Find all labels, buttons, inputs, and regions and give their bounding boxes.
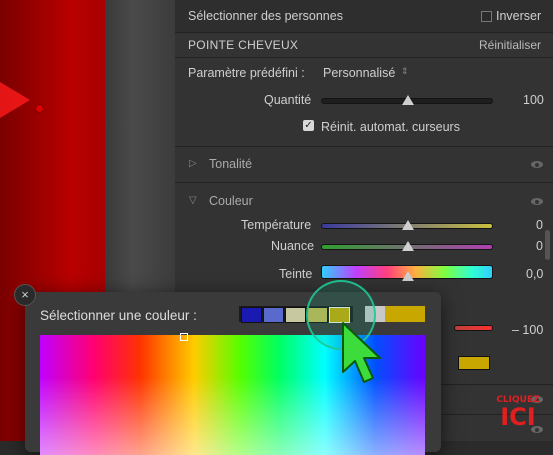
color-section-header[interactable]: Couleur: [209, 194, 253, 208]
auto-reset-checkbox[interactable]: ✓: [303, 120, 314, 131]
panel-scrollbar[interactable]: [545, 230, 550, 260]
tone-section-header[interactable]: Tonalité: [209, 157, 252, 171]
tint-label: Nuance: [271, 239, 315, 253]
hue-label: Teinte: [279, 267, 313, 281]
watermark-main: ICI: [500, 403, 536, 431]
reset-button[interactable]: Réinitialiser: [479, 38, 541, 52]
divider: [175, 182, 553, 183]
picker-title: Sélectionner une couleur :: [40, 308, 197, 323]
photo-red-shape: [0, 70, 30, 130]
photo-red-dot: [35, 104, 44, 113]
expanded-triangle-icon[interactable]: ▽: [189, 195, 197, 206]
eye-icon[interactable]: [531, 198, 543, 205]
amount-label: Quantité: [264, 93, 312, 107]
amount-slider-thumb[interactable]: [402, 95, 414, 105]
hue-value[interactable]: 0,0: [526, 267, 543, 281]
preset-dropdown[interactable]: Personnalisé: [323, 66, 395, 80]
mask-name: POINTE CHEVEUX: [188, 38, 299, 52]
spectrum-marker[interactable]: [180, 333, 188, 341]
divider: [175, 146, 553, 147]
chevron-updown-icon[interactable]: ⇕: [401, 66, 409, 77]
saturation-value[interactable]: – 100: [512, 323, 543, 337]
close-icon[interactable]: ×: [14, 284, 36, 306]
selected-color-chip[interactable]: [458, 356, 490, 370]
eye-icon[interactable]: [531, 161, 543, 168]
temperature-value[interactable]: 0: [536, 218, 543, 232]
tint-value[interactable]: 0: [536, 239, 543, 253]
watermark-logo: CLIQUEZ ICI: [492, 396, 544, 438]
amount-value[interactable]: 100: [523, 93, 544, 107]
auto-reset-label[interactable]: Réinit. automat. curseurs: [321, 120, 460, 134]
collapsed-triangle-icon[interactable]: ▷: [189, 158, 197, 169]
swatch-1[interactable]: [241, 307, 262, 323]
select-people-label: Sélectionner des personnes: [188, 9, 343, 23]
preset-label: Paramètre prédéfini :: [188, 66, 305, 80]
top-bar: Sélectionner des personnes Inverser: [175, 0, 553, 33]
arrow-cursor-icon: [342, 322, 381, 383]
temperature-label: Température: [241, 218, 312, 232]
swatch-2[interactable]: [263, 307, 284, 323]
temperature-slider-thumb[interactable]: [402, 220, 414, 230]
divider: [175, 57, 553, 58]
saturation-slider[interactable]: [455, 326, 492, 330]
swatch-3[interactable]: [285, 307, 306, 323]
current-color-preview: [385, 306, 425, 322]
hue-slider-thumb[interactable]: [402, 271, 414, 281]
invert-label[interactable]: Inverser: [496, 9, 541, 23]
tint-slider-thumb[interactable]: [402, 241, 414, 251]
invert-checkbox[interactable]: [481, 11, 492, 22]
